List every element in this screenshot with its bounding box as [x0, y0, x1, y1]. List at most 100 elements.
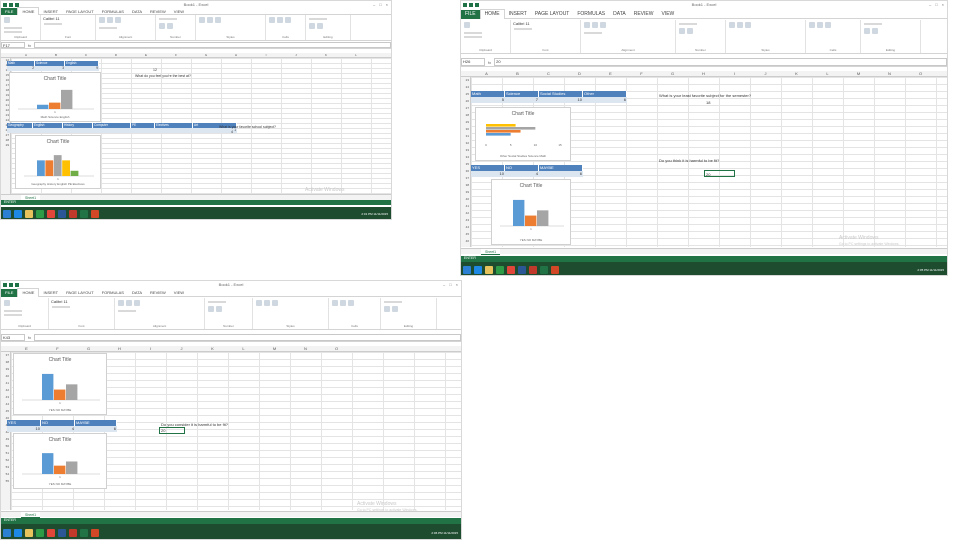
fx-icon[interactable]: fx	[28, 335, 31, 340]
close-icon[interactable]: ×	[942, 2, 944, 7]
font-name-select[interactable]: Calibri	[43, 16, 54, 21]
word-icon[interactable]	[58, 528, 66, 537]
undo-icon[interactable]	[469, 2, 473, 7]
ie-icon[interactable]	[14, 528, 22, 537]
chart-strengths[interactable]: Chart Title 1 Math Science English	[9, 72, 101, 122]
tab-review[interactable]: REVIEW	[146, 8, 170, 15]
bar-electives[interactable]	[70, 170, 79, 176]
bar-maybe[interactable]	[537, 210, 549, 226]
excel-icon[interactable]	[80, 210, 88, 218]
start-icon[interactable]	[3, 528, 11, 537]
sheet-tab-sheet1[interactable]: Sheet1	[481, 249, 501, 255]
row-header[interactable]: 29	[1, 143, 10, 148]
save-icon[interactable]	[3, 282, 7, 287]
chart-harmful-fit[interactable]: Chart Title 1 YES NO MAYBE	[491, 179, 571, 245]
bar-no[interactable]	[525, 215, 537, 226]
row-header[interactable]: 55	[1, 478, 10, 485]
tab-view[interactable]: VIEW	[657, 10, 678, 19]
store-icon[interactable]	[496, 265, 504, 274]
row-header[interactable]: 25	[461, 91, 470, 98]
tab-data[interactable]: DATA	[128, 289, 146, 297]
row-header[interactable]: 43	[1, 394, 10, 401]
bar-yes[interactable]	[42, 373, 54, 400]
row-header[interactable]: 44	[461, 224, 470, 231]
explorer-icon[interactable]	[25, 210, 33, 218]
row-header[interactable]: 28	[461, 112, 470, 119]
chart-harmful-fit-1[interactable]: Chart Title 1 YES NO MAYBE	[13, 353, 107, 415]
acrobat-icon[interactable]	[69, 528, 77, 537]
row-header[interactable]: 34	[461, 154, 470, 161]
tab-insert[interactable]: INSERT	[39, 289, 62, 297]
tab-page-layout[interactable]: PAGE LAYOUT	[531, 10, 574, 19]
close-icon[interactable]: ×	[456, 282, 458, 287]
row-header[interactable]: 41	[1, 380, 10, 387]
bar-maybe[interactable]	[66, 461, 78, 474]
formula-input[interactable]	[34, 334, 461, 341]
selected-cell[interactable]	[159, 427, 185, 434]
store-icon[interactable]	[36, 528, 44, 537]
chart-least-favorite[interactable]: Chart Title 0 5 10 15 Other Social Studies …	[475, 107, 571, 161]
row-header[interactable]: 53	[1, 464, 10, 471]
tab-home[interactable]: HOME	[479, 9, 505, 19]
row-header[interactable]: 29	[461, 119, 470, 126]
chrome-icon[interactable]	[507, 265, 515, 274]
tab-review[interactable]: REVIEW	[630, 10, 658, 19]
tab-formulas[interactable]: FORMULAS	[573, 10, 609, 19]
bar-other[interactable]	[486, 124, 516, 127]
powerpoint-icon[interactable]	[551, 265, 559, 274]
maximize-icon[interactable]: □	[449, 282, 451, 287]
ie-icon[interactable]	[14, 210, 22, 218]
minimize-icon[interactable]: –	[929, 2, 931, 7]
bar-no[interactable]	[54, 389, 66, 400]
paste-icon[interactable]	[4, 17, 10, 23]
chrome-icon[interactable]	[47, 210, 55, 218]
bar-english[interactable]	[61, 89, 73, 109]
tab-view[interactable]: VIEW	[170, 8, 188, 15]
close-icon[interactable]: ×	[386, 2, 388, 7]
row-header[interactable]: 39	[1, 366, 10, 373]
chart-favorite-subject[interactable]: Chart Title 1 Geography History English …	[15, 135, 101, 189]
bar-history[interactable]	[45, 160, 54, 176]
row-header[interactable]: 49	[1, 436, 10, 443]
tab-page-layout[interactable]: PAGE LAYOUT	[62, 289, 98, 297]
minimize-icon[interactable]: –	[373, 2, 375, 7]
row-header[interactable]: 33	[461, 147, 470, 154]
font-name-select[interactable]: Calibri	[51, 299, 62, 304]
undo-icon[interactable]	[9, 2, 13, 7]
fx-icon[interactable]: fx	[488, 60, 491, 65]
tab-review[interactable]: REVIEW	[146, 289, 170, 297]
tab-data[interactable]: DATA	[128, 8, 146, 15]
tab-home[interactable]: HOME	[17, 7, 40, 15]
ie-icon[interactable]	[474, 265, 482, 274]
save-icon[interactable]	[463, 2, 467, 7]
maximize-icon[interactable]: □	[935, 2, 937, 7]
bar-maybe[interactable]	[66, 384, 78, 400]
selected-cell[interactable]	[704, 170, 735, 177]
row-header[interactable]: 40	[1, 373, 10, 380]
row-header[interactable]: 45	[461, 231, 470, 238]
save-icon[interactable]	[3, 2, 7, 7]
row-header[interactable]: 43	[461, 217, 470, 224]
tab-home[interactable]: HOME	[17, 288, 40, 297]
row-header[interactable]: 26	[461, 98, 470, 105]
font-size-select[interactable]: 11	[63, 299, 67, 304]
font-size-select[interactable]: 11	[55, 16, 59, 21]
row-header[interactable]: 31	[461, 133, 470, 140]
row-header[interactable]: 51	[1, 450, 10, 457]
row-header[interactable]: 36	[461, 168, 470, 175]
tab-formulas[interactable]: FORMULAS	[98, 8, 128, 15]
row-header[interactable]: 39	[461, 189, 470, 196]
bar-no[interactable]	[54, 465, 66, 474]
bar-math[interactable]	[486, 133, 511, 136]
excel-icon[interactable]	[540, 265, 548, 274]
bar-yes[interactable]	[42, 453, 54, 474]
row-header[interactable]: 24	[461, 84, 470, 91]
name-box[interactable]: K43	[1, 334, 25, 341]
bar-social-studies[interactable]	[486, 127, 536, 130]
word-icon[interactable]	[58, 210, 66, 218]
row-header[interactable]: 50	[1, 443, 10, 450]
row-header[interactable]: 38	[461, 182, 470, 189]
bar-math[interactable]	[37, 104, 49, 109]
row-header[interactable]: 35	[461, 161, 470, 168]
tab-view[interactable]: VIEW	[170, 289, 188, 297]
